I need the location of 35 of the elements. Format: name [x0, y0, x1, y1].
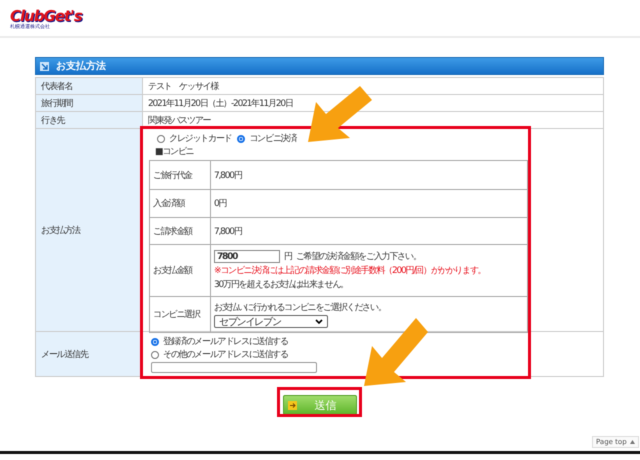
- radio-label: コンビニ決済: [249, 132, 296, 145]
- row-label: 旅行期間: [36, 95, 143, 112]
- fee-warning: ※コンビニ決済には上記の請求金額に別途手数料（200円/回）がかかります。: [214, 264, 486, 277]
- table-cell: コンビニ選択: [150, 297, 211, 333]
- amount-field[interactable]: 7800: [214, 250, 280, 263]
- row-label: メール送信先: [36, 332, 143, 377]
- table-cell: お支払金額: [150, 245, 211, 297]
- hint-text: ご希望の決済金額をご入力下さい。: [296, 250, 421, 263]
- table-cell: 7,800円: [211, 161, 528, 190]
- radio-label: クレジットカード: [169, 133, 232, 145]
- table-cell: 0円: [211, 190, 528, 218]
- table-cell: ご旅行代金: [150, 161, 211, 190]
- arrow-icon: [40, 62, 49, 70]
- radio-label: 登録済のメールアドレスに送信する: [163, 336, 288, 348]
- limit-note: 30万円を超えるお支払は出来ません。: [214, 278, 348, 291]
- radio-button[interactable]: [157, 134, 165, 142]
- table-cell: ご請求金額: [150, 218, 211, 245]
- chevron-icon: [315, 318, 323, 324]
- radio-label: その他のメールアドレスに送信する: [163, 348, 288, 361]
- table-cell: 入金済額: [150, 190, 211, 218]
- subheading: ■コンビニ: [155, 146, 195, 158]
- row-label: お支払方法: [36, 129, 143, 332]
- arrow-icon: [288, 400, 296, 410]
- up-triangle-icon: [630, 440, 635, 444]
- email-input-field[interactable]: [151, 362, 317, 373]
- store-dropdown[interactable]: セブンイレブン: [214, 315, 328, 328]
- row-label: 代表者名: [36, 78, 143, 95]
- row-label: 行き先: [36, 112, 143, 129]
- radio-button[interactable]: [151, 350, 159, 358]
- hint-text: お支払いに行かれるコンビニをご選択ください。: [214, 302, 386, 314]
- table-cell: 7,800円: [211, 218, 528, 245]
- unit-label: 円: [284, 251, 292, 263]
- section-header: お支払方法: [35, 57, 604, 75]
- radio-button[interactable]: [237, 134, 246, 142]
- radio-button[interactable]: [151, 338, 159, 346]
